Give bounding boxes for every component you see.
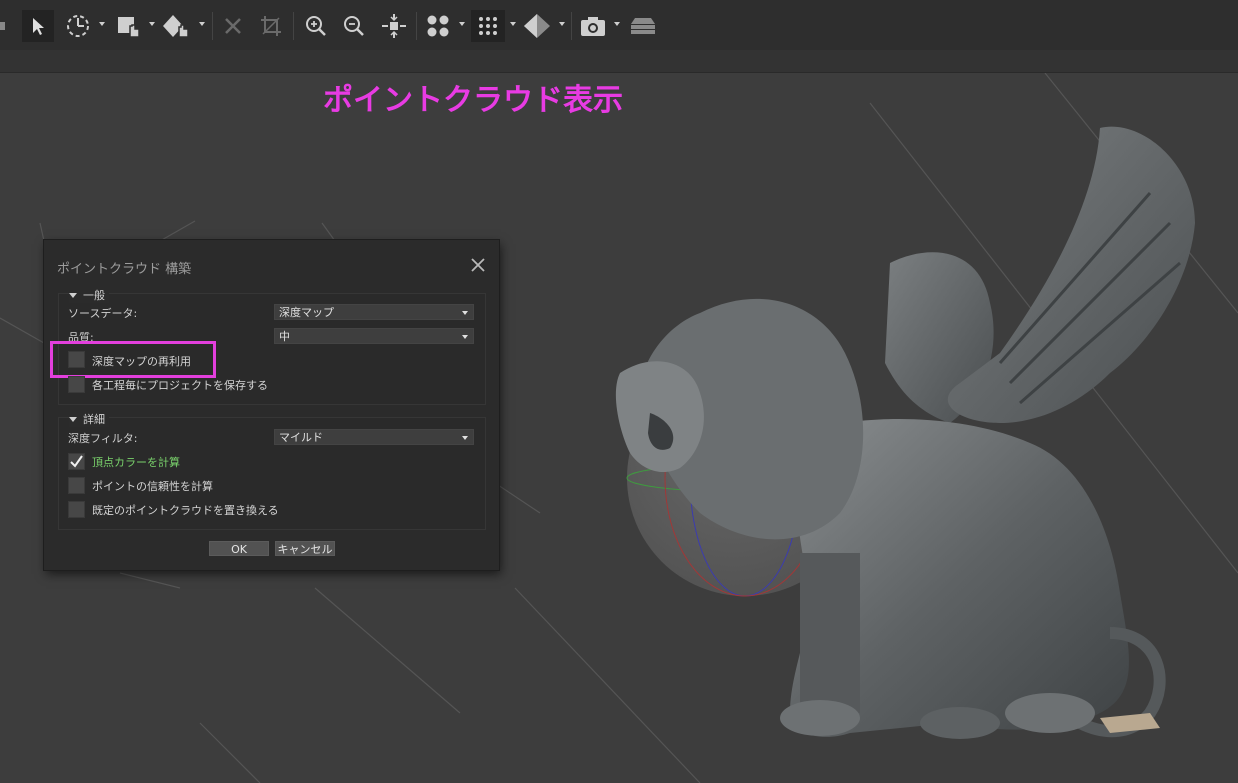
fit-icon[interactable] — [378, 10, 410, 42]
layers-icon[interactable] — [626, 10, 660, 42]
shape-icon[interactable] — [160, 10, 192, 42]
region-icon[interactable] — [112, 10, 144, 42]
quality-select[interactable]: 中 — [274, 328, 474, 344]
close-icon[interactable] — [469, 256, 487, 274]
source-data-label: ソースデータ: — [68, 307, 138, 320]
separator — [416, 12, 417, 40]
separator — [293, 12, 294, 40]
dialog-title: ポイントクラウド 構築 — [57, 262, 192, 277]
separator — [212, 12, 213, 40]
check-icon — [70, 455, 83, 468]
group-general-header[interactable]: 一般 — [69, 287, 109, 303]
toolbar — [0, 0, 1238, 51]
chevron-down-icon — [462, 335, 468, 339]
crop-icon[interactable] — [256, 10, 286, 42]
point-cloud-icon[interactable] — [471, 10, 505, 42]
dense-points-icon[interactable] — [422, 10, 454, 42]
save-project-checkbox[interactable] — [68, 376, 85, 393]
point-cloud-dialog: ポイントクラウド 構築 一般 ソースデータ: 深度マップ 品質: 中 深度マップ… — [44, 240, 499, 570]
chevron-down-icon[interactable] — [99, 22, 105, 26]
cancel-button[interactable]: キャンセル — [275, 541, 335, 556]
group-details-header[interactable]: 詳細 — [69, 411, 109, 427]
source-data-value: 深度マップ — [279, 306, 334, 319]
depth-filter-label: 深度フィルタ: — [68, 432, 138, 445]
replace-default-label: 既定のポイントクラウドを置き換える — [92, 504, 279, 517]
compute-confidence-label: ポイントの信頼性を計算 — [92, 480, 213, 493]
save-project-label: 各工程毎にプロジェクトを保存する — [92, 379, 268, 392]
compute-colors-label: 頂点カラーを計算 — [92, 456, 180, 469]
quality-value: 中 — [279, 330, 290, 343]
source-data-select[interactable]: 深度マップ — [274, 304, 474, 320]
chevron-down-icon[interactable] — [510, 22, 516, 26]
rotate-icon[interactable] — [62, 10, 94, 42]
chevron-down-icon[interactable] — [199, 22, 205, 26]
chevron-down-icon — [462, 311, 468, 315]
depth-filter-value: マイルド — [279, 431, 323, 444]
select-icon[interactable] — [22, 10, 54, 42]
replace-default-checkbox[interactable] — [68, 501, 85, 518]
annotation-box — [50, 341, 216, 378]
chevron-down-icon — [69, 292, 77, 298]
chevron-down-icon[interactable] — [459, 22, 465, 26]
compute-colors-checkbox[interactable] — [68, 453, 85, 470]
zoom-out-icon[interactable] — [338, 10, 370, 42]
zoom-in-icon[interactable] — [300, 10, 332, 42]
chevron-down-icon — [462, 436, 468, 440]
separator — [571, 12, 572, 40]
annotation-point-cloud-display: ポイントクラウド表示 — [323, 83, 623, 118]
chevron-down-icon — [69, 416, 77, 422]
chevron-down-icon[interactable] — [149, 22, 155, 26]
ok-button[interactable]: OK — [209, 541, 269, 556]
chevron-down-icon[interactable] — [614, 22, 620, 26]
chevron-down-icon[interactable] — [559, 22, 565, 26]
model-icon[interactable] — [520, 10, 554, 42]
select-icon[interactable] — [0, 10, 6, 42]
group-details-title: 詳細 — [83, 413, 105, 426]
compute-confidence-checkbox[interactable] — [68, 477, 85, 494]
group-general-title: 一般 — [83, 289, 105, 302]
toolbar-subbar — [0, 50, 1238, 73]
camera-icon[interactable] — [576, 10, 610, 42]
delete-icon[interactable] — [218, 10, 248, 42]
depth-filter-select[interactable]: マイルド — [274, 429, 474, 445]
